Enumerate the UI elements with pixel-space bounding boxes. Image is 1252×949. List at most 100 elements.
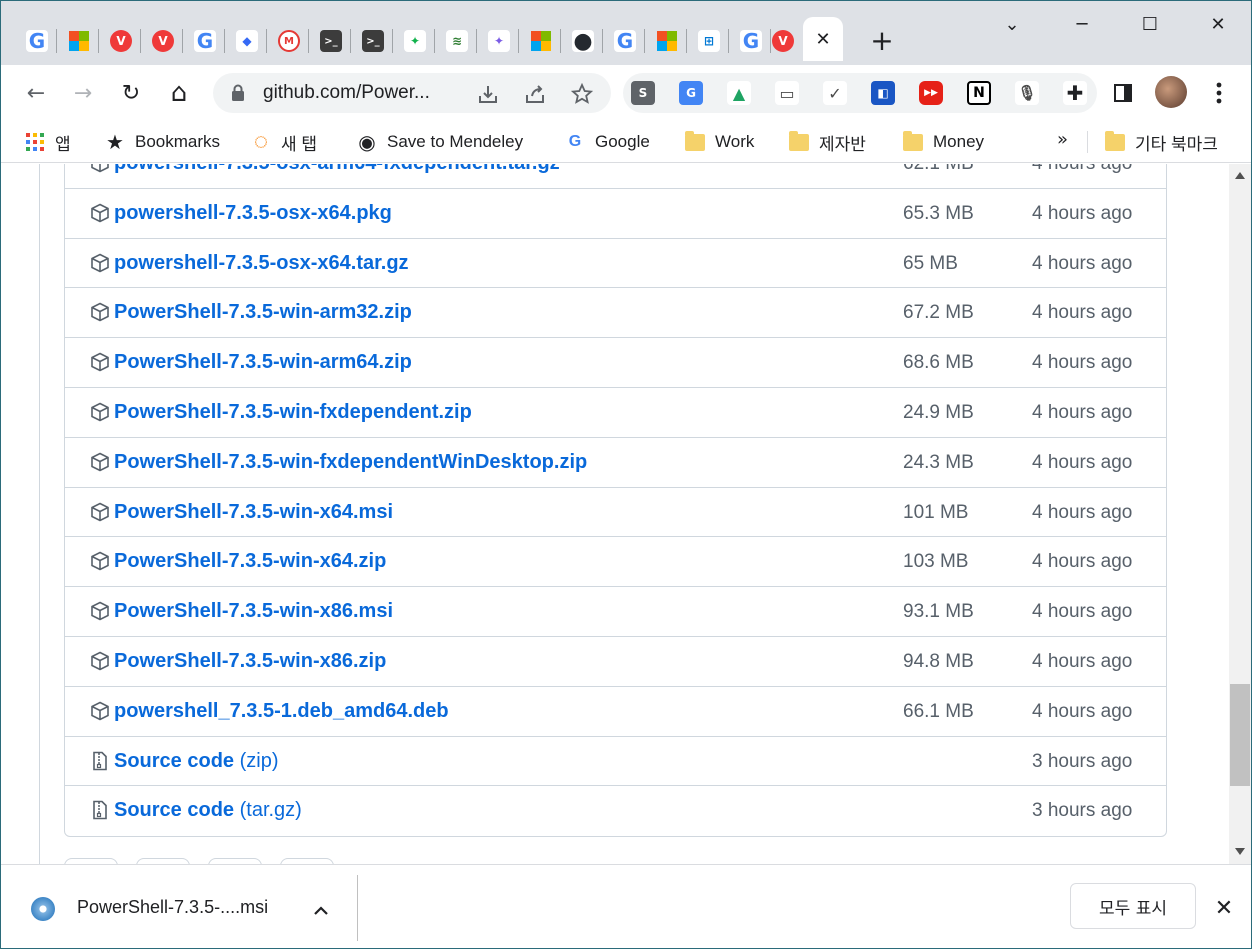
close-download-bar-icon[interactable]: ✕	[1211, 895, 1237, 921]
tab-4[interactable]: G	[185, 21, 225, 61]
tab-13[interactable]: ●	[563, 21, 603, 61]
bookmark-manager-icon[interactable]: ◧	[871, 81, 895, 105]
asset-link[interactable]: PowerShell-7.3.5-win-x86.msi	[114, 600, 393, 623]
tab-9[interactable]: ✦	[395, 21, 435, 61]
bookmark-other[interactable]: 기타 북마크	[1105, 129, 1218, 155]
tab-11[interactable]: ✦	[479, 21, 519, 61]
m-logo-icon: M	[278, 30, 300, 52]
show-all-downloads-button[interactable]: 모두 표시	[1070, 883, 1196, 929]
home-button[interactable]: ⌂	[161, 75, 197, 111]
asset-link[interactable]: PowerShell-7.3.5-win-x64.zip	[114, 550, 386, 573]
asset-row: Source code (zip) 3 hours ago	[65, 737, 1166, 787]
download-bar: PowerShell-7.3.5-....msi 모두 표시 ✕	[1, 864, 1251, 948]
voice-icon[interactable]: 🎙	[1015, 81, 1039, 105]
screen-capture-icon[interactable]: ▭	[775, 81, 799, 105]
install-app-icon[interactable]	[475, 81, 501, 107]
back-button[interactable]: ←	[18, 75, 54, 111]
gemini-sparkle-icon: ✦	[488, 30, 510, 52]
asset-link[interactable]: powershell-7.3.5-osx-arm64-fxdependent.t…	[114, 164, 560, 175]
share-icon[interactable]	[522, 81, 548, 107]
bookmark-2[interactable]: ◉ Save to Mendeley	[357, 129, 523, 155]
bookmark-0[interactable]: ★ Bookmarks	[105, 129, 220, 155]
tab-active[interactable]: ✕	[803, 17, 843, 61]
asset-link[interactable]: PowerShell-7.3.5-win-x64.msi	[114, 501, 393, 524]
asset-timestamp: 4 hours ago	[1032, 601, 1133, 623]
google-icon: G	[614, 29, 636, 53]
tab-6[interactable]: M	[269, 21, 309, 61]
scroll-down-arrow[interactable]	[1235, 848, 1245, 855]
lock-icon[interactable]	[231, 84, 245, 102]
maximize-button[interactable]: ☐	[1125, 7, 1175, 41]
google-translate-icon[interactable]: G	[679, 81, 703, 105]
asset-link[interactable]: PowerShell-7.3.5-win-x86.zip	[114, 650, 386, 673]
tab-17[interactable]: G	[731, 21, 771, 61]
asset-link[interactable]: powershell-7.3.5-osx-x64.pkg	[114, 202, 392, 225]
tab-16[interactable]: ⊞	[689, 21, 729, 61]
download-filename[interactable]: PowerShell-7.3.5-....msi	[77, 897, 268, 918]
asset-timestamp: 4 hours ago	[1032, 302, 1133, 324]
terminal-icon: >_	[320, 30, 342, 52]
package-icon	[90, 253, 110, 273]
more-menu-icon[interactable]	[1203, 77, 1235, 109]
tab-separator	[266, 29, 267, 53]
bookmark-star-icon[interactable]	[569, 81, 595, 107]
bookmark-6[interactable]: Money	[903, 129, 984, 155]
bookmarks-overflow-button[interactable]: »	[1057, 129, 1068, 150]
scroll-up-arrow[interactable]	[1235, 172, 1245, 179]
package-icon	[90, 302, 110, 322]
asset-name: Source code	[114, 799, 235, 822]
page-scrollbar[interactable]	[1229, 164, 1251, 864]
asset-name: powershell_7.3.5-1.deb_amd64.deb	[114, 699, 449, 722]
asset-link[interactable]: powershell_7.3.5-1.deb_amd64.deb	[114, 700, 449, 723]
asset-link[interactable]: PowerShell-7.3.5-win-arm32.zip	[114, 301, 412, 324]
asset-link[interactable]: Source code (zip)	[114, 750, 279, 773]
tab-7[interactable]: >_	[311, 21, 351, 61]
bookmark-apps-label: 앱	[55, 134, 71, 154]
tab-0[interactable]: G	[17, 21, 57, 61]
s-extension-icon[interactable]: S	[631, 81, 655, 105]
tab-1[interactable]	[59, 21, 99, 61]
bookmark-5[interactable]: 제자반	[789, 129, 866, 155]
tab-separator	[770, 29, 771, 53]
close-window-button[interactable]: ✕	[1193, 7, 1243, 41]
profile-avatar[interactable]	[1155, 76, 1187, 108]
reload-button[interactable]: ↻	[113, 75, 149, 111]
asset-size: 93.1 MB	[903, 601, 974, 623]
tab-search-button[interactable]: ⌄	[987, 7, 1037, 41]
side-panel-icon[interactable]	[1107, 77, 1139, 109]
inbox-check-icon[interactable]: ✓	[823, 81, 847, 105]
google-drive-icon[interactable]: ▲	[727, 81, 751, 105]
tab-14[interactable]: G	[605, 21, 645, 61]
close-tab-icon[interactable]: ✕	[812, 28, 834, 50]
tab-5[interactable]: ◆	[227, 21, 267, 61]
bookmark-1[interactable]: ◌ 새 탭	[251, 128, 317, 155]
tab-2[interactable]: V	[101, 21, 141, 61]
asset-link[interactable]: PowerShell-7.3.5-win-fxdependentWinDeskt…	[114, 451, 587, 474]
download-options-chevron[interactable]	[311, 901, 331, 921]
tab-3[interactable]: V	[143, 21, 183, 61]
bookmark-4[interactable]: Work	[685, 129, 754, 155]
bookmark-apps[interactable]: 앱	[25, 129, 71, 155]
address-bar[interactable]: github.com/Power...	[213, 73, 611, 113]
asset-link[interactable]: PowerShell-7.3.5-win-fxdependent.zip	[114, 401, 472, 424]
bookmark-3[interactable]: G Google	[565, 129, 650, 155]
new-tab-button[interactable]: +	[867, 23, 897, 57]
tab-8[interactable]: >_	[353, 21, 393, 61]
tab-10[interactable]: ≋	[437, 21, 477, 61]
tab-separator	[518, 29, 519, 53]
asset-link[interactable]: PowerShell-7.3.5-win-arm64.zip	[114, 351, 412, 374]
minimize-button[interactable]: ─	[1057, 7, 1107, 41]
url-text[interactable]: github.com/Power...	[263, 82, 430, 104]
asset-link[interactable]: powershell-7.3.5-osx-x64.tar.gz	[114, 252, 409, 275]
tab-15[interactable]	[647, 21, 687, 61]
puzzle-icon[interactable]: ✚	[1063, 81, 1087, 105]
bookmark-label: Save to Mendeley	[387, 132, 524, 151]
page-content[interactable]: powershell-7.3.5-osx-arm64-fxdependent.t…	[1, 164, 1229, 864]
forward-button[interactable]: →	[65, 75, 101, 111]
asset-link[interactable]: Source code (tar.gz)	[114, 799, 302, 822]
youtube-icon[interactable]: ▶▶	[919, 81, 943, 105]
scroll-thumb[interactable]	[1230, 684, 1250, 786]
tab-12[interactable]	[521, 21, 561, 61]
notion-icon[interactable]: N	[967, 81, 991, 105]
download-item[interactable]: PowerShell-7.3.5-....msi	[31, 895, 268, 923]
